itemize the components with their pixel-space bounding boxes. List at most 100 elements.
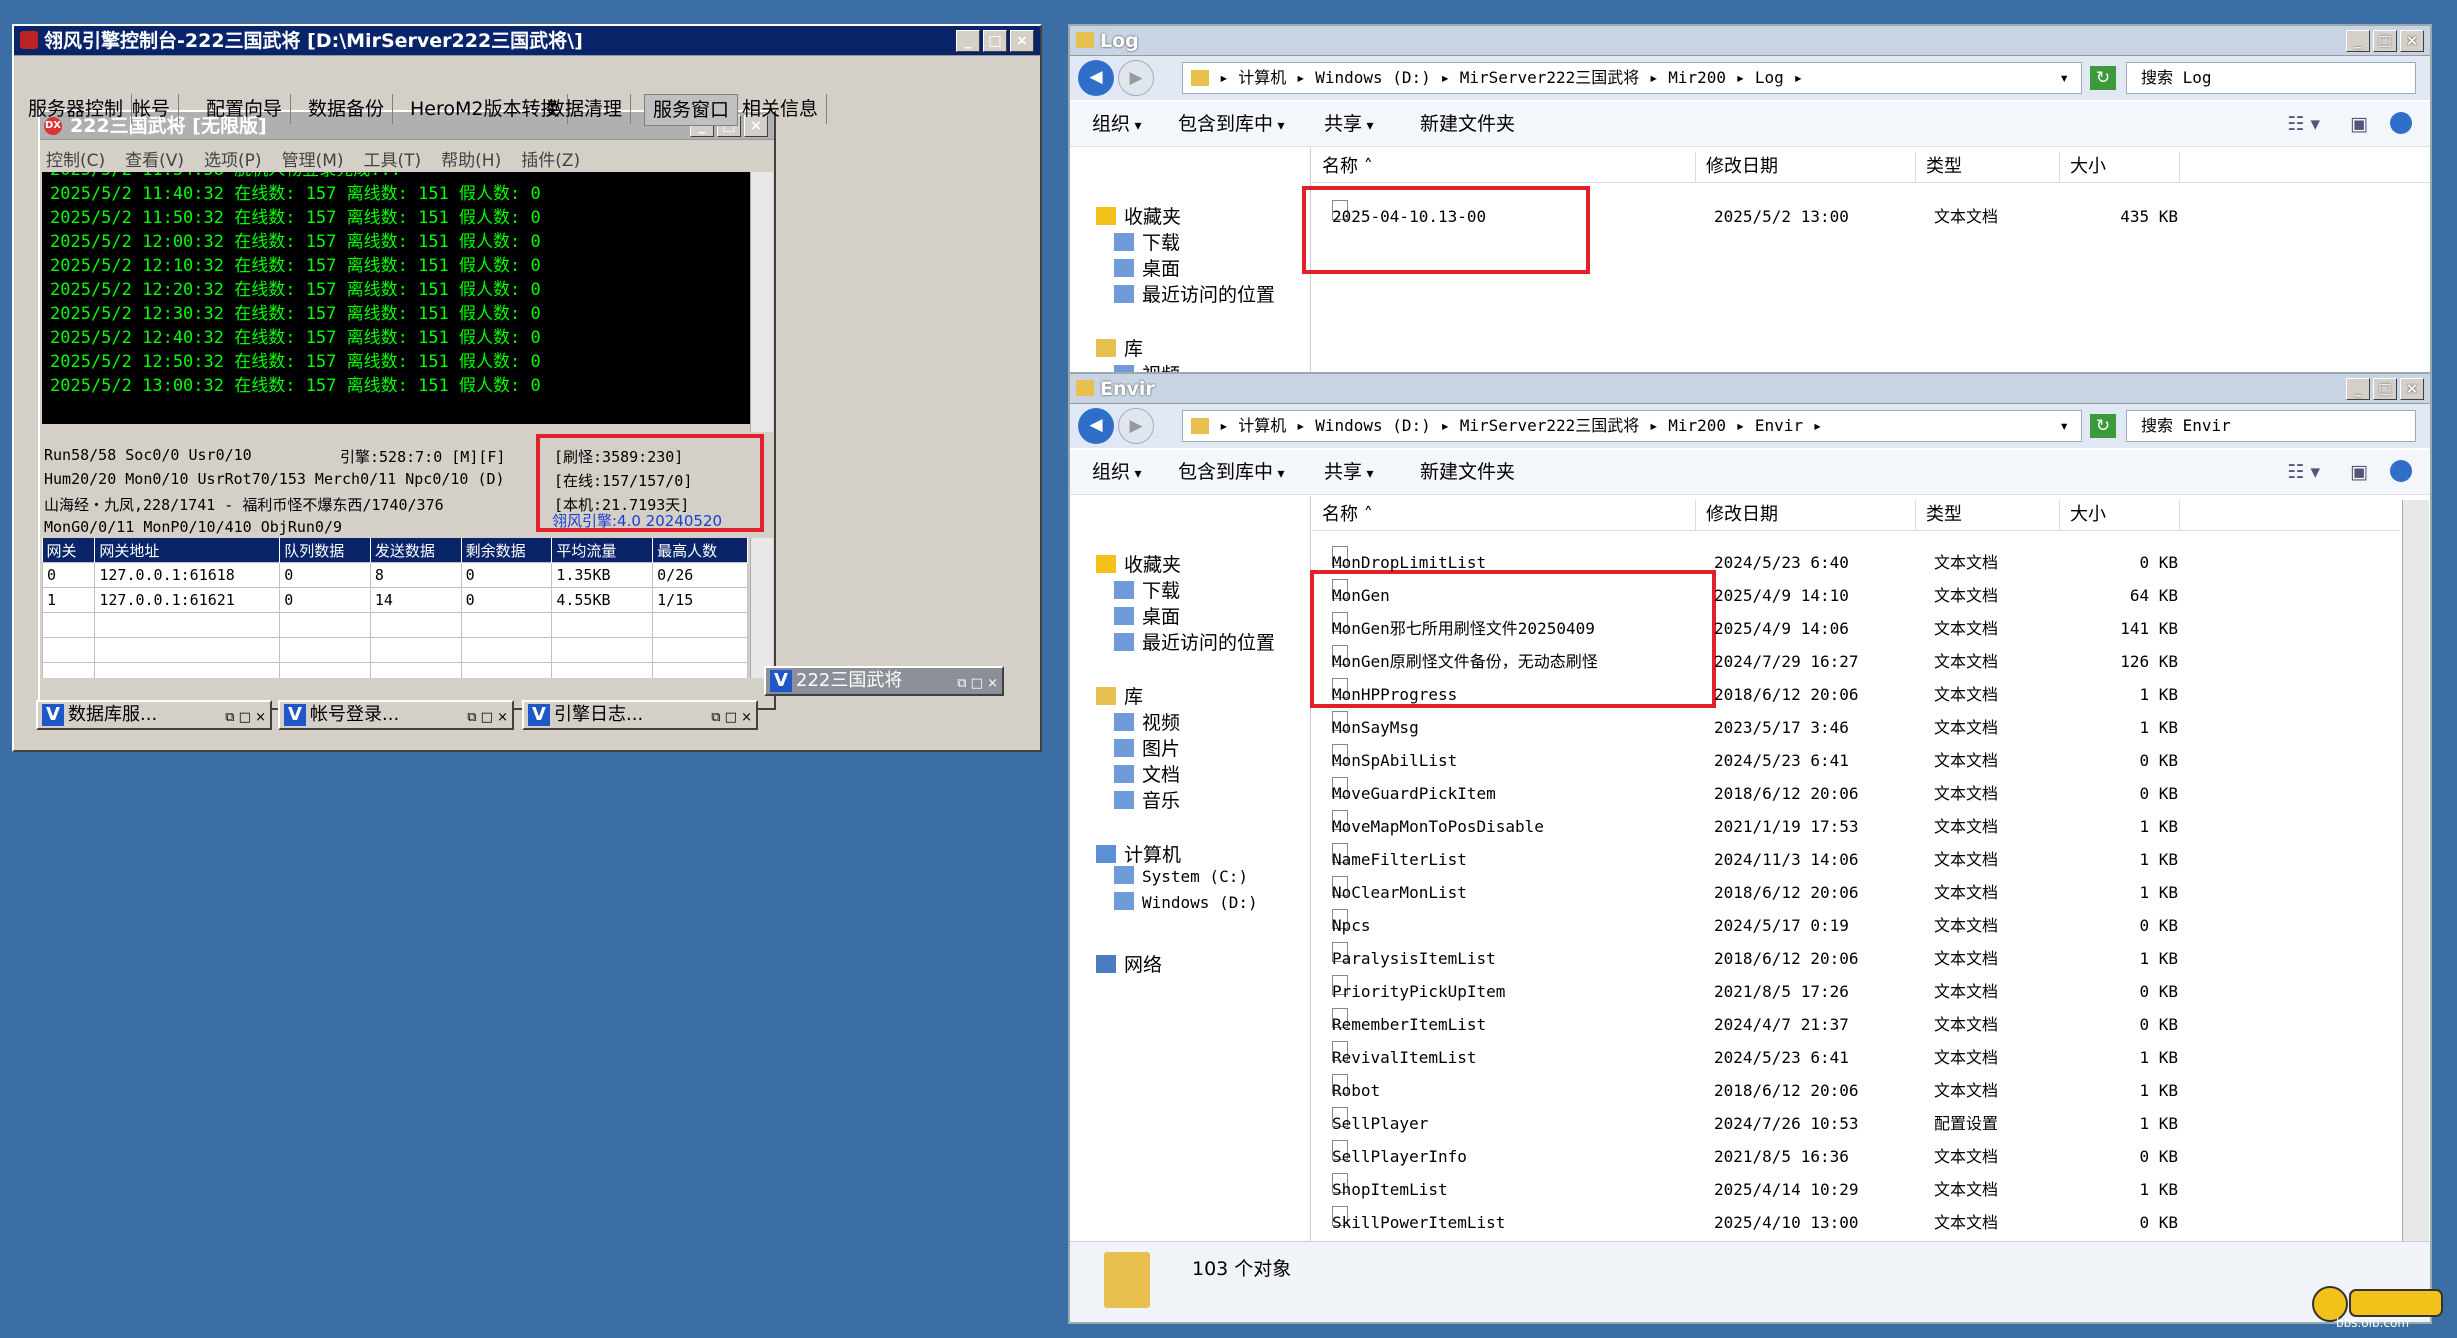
nav-item[interactable]: System (C:) [1114,866,1248,886]
nav-item[interactable]: 下载 [1114,576,1180,603]
file-row[interactable]: 2025-04-10.13-00 2025/5/2 13:00 文本文档 435 KB [1322,200,2382,233]
log-maximize-button[interactable]: □ [2373,30,2397,52]
console-titlebar[interactable]: 翎风引擎控制台-222三国武将 [D:\MirServer222三国武将\] _… [14,26,1040,56]
tab-0[interactable]: 服务器控制 [20,94,133,124]
tab-3[interactable]: 数据备份 [300,94,394,124]
minimized-window-3[interactable]: V 222三国武将 ⧉ □ × [764,666,1004,696]
gate-col-header[interactable]: 网关地址 [94,538,281,563]
file-row[interactable]: Npcs 2024/5/17 0:19 文本文档 0 KB [1322,909,2382,942]
chevron-down-icon[interactable]: ▾ [2059,411,2069,441]
envir-scrollbar[interactable] [2402,500,2429,1244]
table-row[interactable]: 1 127.0.0.1:61621 0 14 0 4.55KB 1/15 [42,587,748,613]
column-header[interactable]: 名称 ˄ [1312,500,1696,530]
help-icon[interactable] [2390,112,2412,134]
file-row[interactable]: MoveGuardPickItem 2018/6/12 20:06 文本文档 0 KB [1322,777,2382,810]
forward-button[interactable]: ▶ [1118,60,1154,96]
file-row[interactable]: MonSpAbilList 2024/5/23 6:41 文本文档 0 KB [1322,744,2382,777]
nav-item[interactable]: 音乐 [1114,786,1180,813]
nav-item[interactable]: 最近访问的位置 [1114,628,1275,655]
file-row[interactable]: MonGen邪七所用刷怪文件20250409 2025/4/9 14:06 文本文档… [1322,612,2382,645]
envir-search-input[interactable]: 搜索 Envir [2126,410,2416,442]
nav-item[interactable]: 图片 [1114,734,1180,761]
nav-item[interactable]: 计算机 [1096,840,1181,867]
nav-item[interactable]: 网络 [1096,950,1162,977]
nav-item[interactable]: 下载 [1114,228,1180,255]
file-row[interactable]: MoveMapMonToPosDisable 2021/1/19 17:53 文本文… [1322,810,2382,843]
gate-col-header[interactable]: 平均流量 [551,538,654,563]
breadcrumb-item[interactable]: 计算机 [1238,68,1286,87]
file-row[interactable]: NoClearMonList 2018/6/12 20:06 文本文档 1 KB [1322,876,2382,909]
log-close-button[interactable]: × [2400,30,2424,52]
command-1[interactable]: 包含到库中 ▾ [1178,102,1285,148]
column-header[interactable]: 名称 ˄ [1312,152,1696,182]
tab-1[interactable]: 帐号 [124,94,180,124]
nav-item[interactable]: 文档 [1114,760,1180,787]
m2-menu-item-6[interactable]: 插件(Z) [521,151,580,171]
maximize-button[interactable]: □ [983,30,1007,52]
command-2[interactable]: 共享 ▾ [1324,450,1374,496]
tab-7[interactable]: 相关信息 [734,94,828,124]
gate-col-header[interactable]: 剩余数据 [461,538,553,563]
tab-2[interactable]: 配置向导 [198,94,292,124]
tab-5[interactable]: 数据清理 [538,94,632,124]
back-button[interactable]: ◀ [1078,60,1114,96]
nav-item[interactable]: 库 [1096,682,1143,709]
file-row[interactable]: MonSayMsg 2023/5/17 3:46 文本文档 1 KB [1322,711,2382,744]
preview-pane-icon[interactable]: ▣ [2350,450,2368,494]
file-row[interactable]: MonGen 2025/4/9 14:10 文本文档 64 KB [1322,579,2382,612]
column-header[interactable]: 类型 [1916,152,2060,182]
command-3[interactable]: 新建文件夹 [1420,102,1515,146]
breadcrumb-item[interactable]: Log [1755,68,1784,87]
envir-minimize-button[interactable]: _ [2346,378,2370,400]
m2-menu-item-2[interactable]: 选项(P) [204,151,262,171]
m2-menu-item-3[interactable]: 管理(M) [282,151,344,171]
nav-item[interactable]: 收藏夹 [1096,202,1181,229]
log-minimize-button[interactable]: _ [2346,30,2370,52]
file-row[interactable]: MonGen原刷怪文件备份，无动态刷怪 2024/7/29 16:27 文本文档 12… [1322,645,2382,678]
file-row[interactable]: SkillPowerItemList 2025/4/10 13:00 文本文档 0 K… [1322,1206,2382,1239]
column-header[interactable]: 大小 [2060,152,2180,182]
m2-menu-item-5[interactable]: 帮助(H) [441,151,501,171]
chevron-down-icon[interactable]: ▾ [2059,63,2069,93]
breadcrumb-item[interactable]: Mir200 [1668,416,1726,435]
nav-item[interactable]: 视频 [1114,708,1180,735]
log-search-input[interactable]: 搜索 Log [2126,62,2416,94]
command-0[interactable]: 组织 ▾ [1092,102,1142,148]
nav-item[interactable]: 库 [1096,334,1143,361]
column-header[interactable]: 修改日期 [1696,500,1916,530]
gate-scrollbar[interactable] [750,538,773,678]
view-options-icon[interactable]: ☷ ▾ [2287,102,2320,146]
refresh-icon[interactable]: ↻ [2090,66,2116,90]
command-2[interactable]: 共享 ▾ [1324,102,1374,148]
minimized-window-0[interactable]: V 数据库服... ⧉ □ × [36,700,272,730]
view-options-icon[interactable]: ☷ ▾ [2287,450,2320,494]
breadcrumb-item[interactable]: 计算机 [1238,416,1286,435]
column-header[interactable]: 类型 [1916,500,2060,530]
m2-menu-item-0[interactable]: 控制(C) [46,151,105,171]
breadcrumb-item[interactable]: MirServer222三国武将 [1460,68,1640,87]
command-0[interactable]: 组织 ▾ [1092,450,1142,496]
tab-6[interactable]: 服务窗口 [644,94,739,126]
command-1[interactable]: 包含到库中 ▾ [1178,450,1285,496]
log-titlebar[interactable]: Log _ □ × [1070,26,2430,56]
breadcrumb-item[interactable]: Windows (D:) [1315,68,1431,87]
gate-col-header[interactable]: 队列数据 [279,538,371,563]
column-header[interactable]: 修改日期 [1696,152,1916,182]
breadcrumb-item[interactable]: Envir [1755,416,1803,435]
file-row[interactable]: NameFilterList 2024/11/3 14:06 文本文档 1 KB [1322,843,2382,876]
minimize-button[interactable]: _ [956,30,980,52]
minimized-window-1[interactable]: V 帐号登录... ⧉ □ × [278,700,514,730]
file-row[interactable]: MonDropLimitList 2024/5/23 6:40 文本文档 0 KB [1322,546,2382,579]
file-row[interactable]: RememberItemList 2024/4/7 21:37 文本文档 0 KB [1322,1008,2382,1041]
file-row[interactable]: Robot 2018/6/12 20:06 文本文档 1 KB [1322,1074,2382,1107]
breadcrumb-item[interactable]: Windows (D:) [1315,416,1431,435]
column-header[interactable]: 大小 [2060,500,2180,530]
breadcrumb-item[interactable]: Mir200 [1668,68,1726,87]
forward-button[interactable]: ▶ [1118,408,1154,444]
nav-item[interactable]: 收藏夹 [1096,550,1181,577]
minimized-window-2[interactable]: V 引擎日志... ⧉ □ × [522,700,758,730]
m2-menu-item-1[interactable]: 查看(V) [125,151,184,171]
back-button[interactable]: ◀ [1078,408,1114,444]
nav-item[interactable]: 桌面 [1114,602,1180,629]
file-row[interactable]: ParalysisItemList 2018/6/12 20:06 文本文档 1 KB [1322,942,2382,975]
